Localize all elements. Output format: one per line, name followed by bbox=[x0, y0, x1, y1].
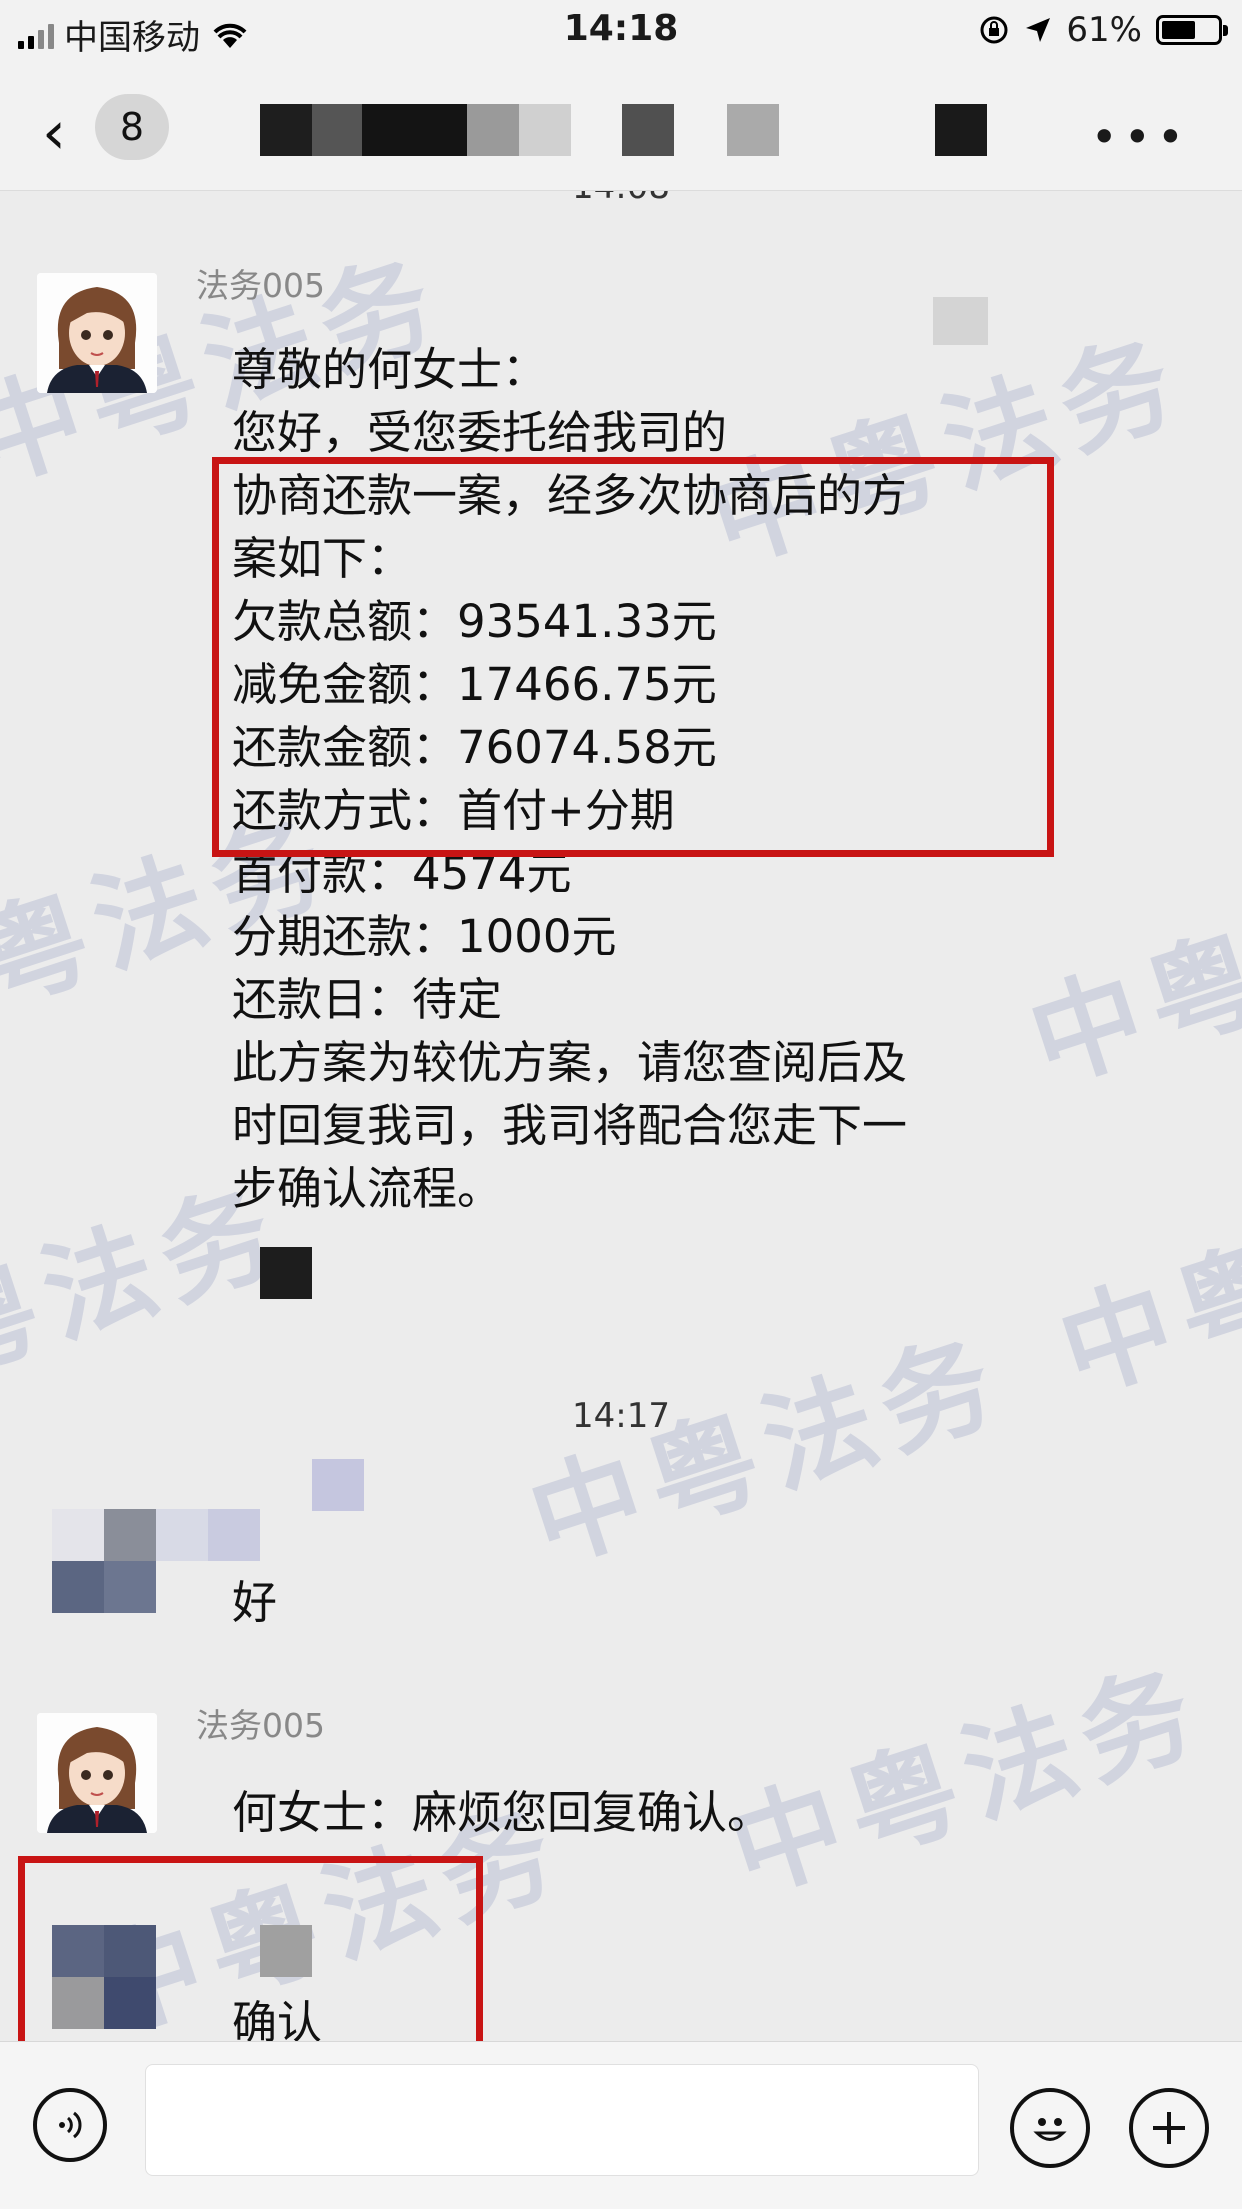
sender-name: 法务005 bbox=[196, 1706, 325, 1745]
watermark: 中粤法务 bbox=[1045, 1144, 1242, 1417]
avatar[interactable] bbox=[37, 273, 157, 393]
message-line: 时回复我司，我司将配合您走下一 bbox=[232, 1099, 908, 1152]
redacted-block bbox=[933, 297, 988, 345]
input-bar bbox=[0, 2041, 1242, 2209]
battery-percent: 61% bbox=[1066, 10, 1142, 50]
avatar[interactable] bbox=[37, 1713, 157, 1833]
chat-header: ‹ 8 ••• bbox=[0, 62, 1242, 191]
emoji-icon[interactable] bbox=[1010, 2088, 1090, 2168]
message-list[interactable]: 中粤法务 中粤法务 中粤法务 中粤法务 中粤法务 中粤法务 中粤法务 中粤法务 … bbox=[0, 191, 1242, 2041]
sender-name: 法务005 bbox=[196, 266, 325, 305]
message-line: 还款日：待定 bbox=[232, 973, 503, 1026]
status-bar: 中国移动 14:18 61% bbox=[0, 0, 1242, 62]
message-line: 此方案为较优方案，请您查阅后及 bbox=[232, 1036, 908, 1089]
highlight-box bbox=[212, 457, 1054, 857]
rotation-lock-icon bbox=[980, 16, 1008, 44]
watermark: 中粤法务 bbox=[715, 1644, 1219, 1917]
location-icon bbox=[1026, 18, 1051, 42]
message-text: 何女士：麻烦您回复确认。 bbox=[232, 1786, 773, 1839]
timestamp: 14:17 bbox=[572, 1396, 670, 1436]
timestamp: 14:08 bbox=[0, 191, 1242, 207]
message-line: 您好，受您委托给我司的 bbox=[232, 406, 728, 459]
message-line: 步确认流程。 bbox=[232, 1162, 503, 1215]
watermark: 中粤法务 bbox=[515, 1314, 1019, 1587]
chevron-left-icon[interactable]: ‹ bbox=[42, 98, 66, 168]
voice-icon[interactable] bbox=[33, 2088, 107, 2162]
unread-badge[interactable]: 8 bbox=[95, 94, 169, 160]
message-input[interactable] bbox=[145, 2064, 979, 2176]
ellipsis-icon[interactable]: ••• bbox=[1091, 110, 1190, 164]
highlight-box bbox=[18, 1856, 483, 2041]
message-text: 好 bbox=[232, 1576, 278, 1629]
plus-icon[interactable] bbox=[1129, 2088, 1209, 2168]
message-line: 分期还款：1000元 bbox=[232, 910, 617, 963]
redacted-block bbox=[260, 1247, 312, 1299]
battery-icon bbox=[1156, 15, 1228, 45]
message-line: 尊敬的何女士： bbox=[232, 343, 548, 396]
